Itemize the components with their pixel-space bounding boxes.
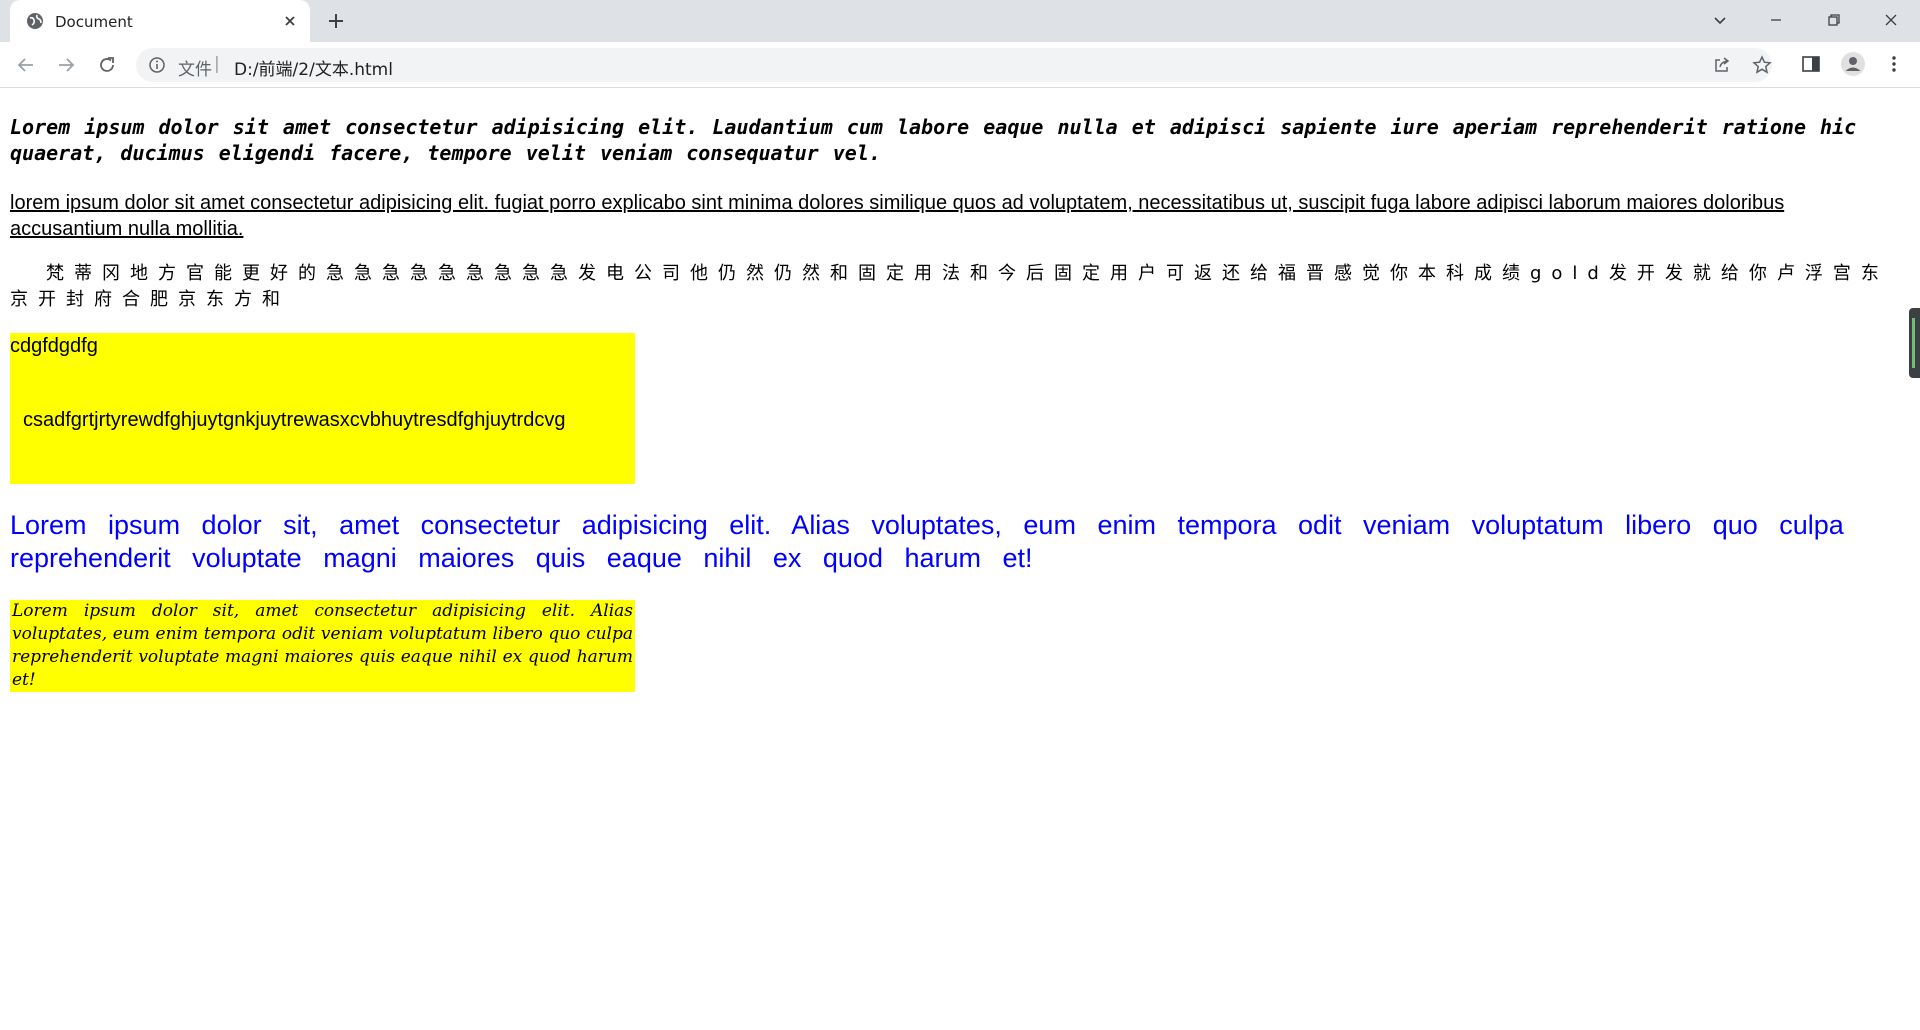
paragraph-chinese: 梵蒂冈地方官能更好的急急急急急急急急急发电公司他仍然仍然和固定用法和今后固定用户… bbox=[10, 263, 1889, 310]
yellow-box-2: Lorem ipsum dolor sit, amet consectetur … bbox=[10, 600, 635, 692]
page-content: Lorem ipsum dolor sit amet consectetur a… bbox=[0, 89, 1920, 1030]
plus-icon[interactable] bbox=[325, 10, 347, 32]
forward-icon[interactable] bbox=[54, 53, 78, 77]
minimize-icon[interactable] bbox=[1764, 8, 1788, 32]
url-text[interactable]: D:/前端/2/文本.html bbox=[234, 55, 393, 80]
chevron-down-icon[interactable] bbox=[1708, 8, 1732, 32]
menu-icon[interactable] bbox=[1883, 53, 1905, 75]
address-bar[interactable]: 文件 | D:/前端/2/文本.html bbox=[136, 48, 1772, 82]
side-panel-icon[interactable] bbox=[1800, 53, 1822, 75]
globe-icon bbox=[27, 13, 43, 29]
back-icon[interactable] bbox=[14, 53, 38, 77]
url-separator: | bbox=[214, 54, 220, 74]
url-scheme-label: 文件 bbox=[178, 60, 212, 80]
star-icon[interactable] bbox=[1752, 55, 1772, 75]
paragraph-bold-italic: Lorem ipsum dolor sit amet consectetur a… bbox=[10, 115, 1857, 165]
share-icon[interactable] bbox=[1712, 55, 1732, 75]
yellow-box-1: cdgfdgdfg csadfgrtjrtyrewdfghjuytgnkjuyt… bbox=[10, 333, 635, 484]
box1-line1: cdgfdgdfg bbox=[10, 335, 98, 357]
reload-icon[interactable] bbox=[95, 53, 119, 77]
info-icon[interactable] bbox=[148, 56, 166, 74]
profile-icon[interactable] bbox=[1840, 51, 1866, 77]
tab-strip: Document bbox=[0, 0, 1920, 42]
edge-scroll-indicator bbox=[1909, 308, 1920, 378]
close-icon[interactable] bbox=[280, 11, 300, 31]
restore-icon[interactable] bbox=[1822, 8, 1846, 32]
paragraph-underlined: lorem ipsum dolor sit amet consectetur a… bbox=[10, 192, 1785, 240]
box1-line2: csadfgrtjrtyrewdfghjuytgnkjuytrewasxcvbh… bbox=[23, 409, 566, 431]
tab-title: Document bbox=[55, 13, 133, 31]
window-close-icon[interactable] bbox=[1879, 8, 1903, 32]
paragraph-blue: Lorem ipsum dolor sit, amet consectetur … bbox=[10, 510, 1844, 573]
browser-toolbar: 文件 | D:/前端/2/文本.html bbox=[0, 42, 1920, 88]
tab-document[interactable]: Document bbox=[10, 0, 310, 42]
